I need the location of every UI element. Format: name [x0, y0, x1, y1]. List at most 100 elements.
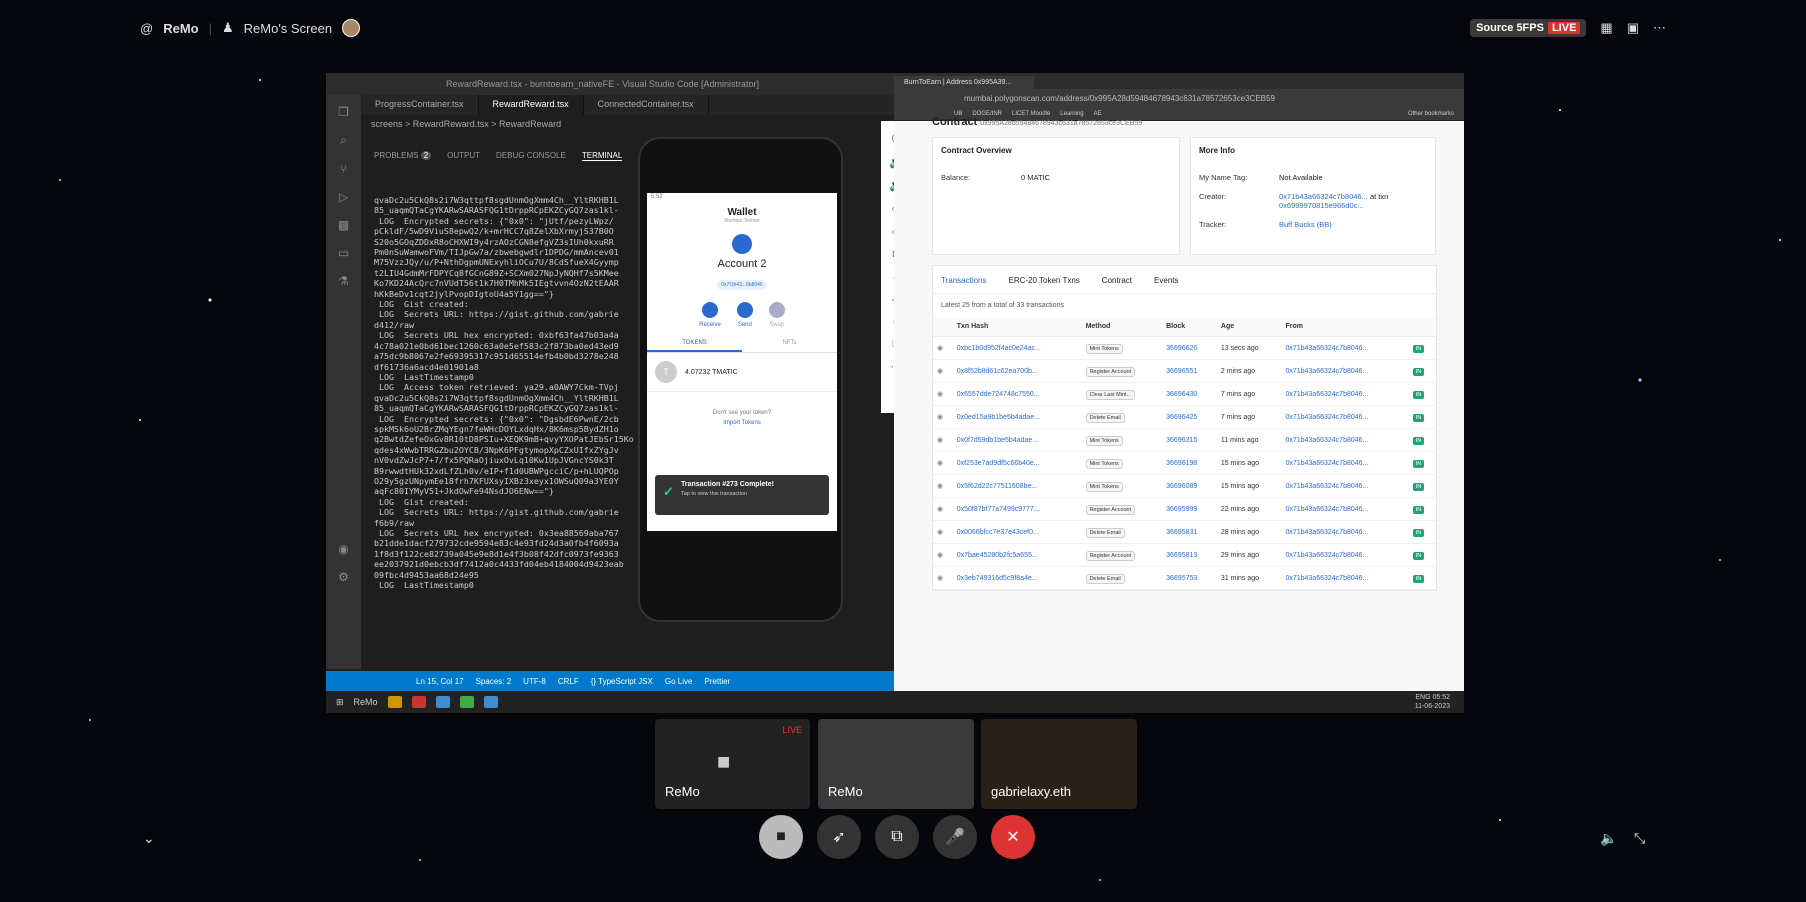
tab-problems[interactable]: PROBLEMS 2	[374, 151, 432, 161]
txn-hash[interactable]: 0x0066bfcc7e37e43cef0...	[952, 520, 1082, 544]
status-eol[interactable]: CRLF	[558, 677, 579, 686]
debug-icon[interactable]: ▷	[339, 190, 348, 204]
status-encoding[interactable]: UTF-8	[523, 677, 546, 686]
table-row[interactable]: ◉ 0x6557dde724748c7550... Clear Last Mint.…	[933, 382, 1436, 406]
eye-icon[interactable]: ◉	[933, 451, 953, 475]
receive-button[interactable]: Receive	[699, 302, 721, 328]
source-control-icon[interactable]: ⑂	[340, 162, 347, 176]
tab-progress-container[interactable]: ProgressContainer.tsx	[361, 95, 479, 115]
account-icon[interactable]: ◉	[338, 542, 348, 556]
from-link[interactable]: 0x71b43a66324c7b8046...	[1281, 543, 1409, 567]
from-link[interactable]: 0x71b43a66324c7b8046...	[1281, 336, 1409, 360]
tab-nfts[interactable]: NFTs	[742, 336, 837, 352]
eye-icon[interactable]: ◉	[933, 566, 953, 590]
eye-icon[interactable]: ◉	[933, 382, 953, 406]
table-row[interactable]: ◉ 0x50f87bf77a7499c9777... Register Accoun…	[933, 497, 1436, 521]
eye-icon[interactable]: ◉	[933, 428, 953, 452]
screen-share-button[interactable]: ⧉	[875, 815, 919, 859]
tab-erc20[interactable]: ERC-20 Token Txns	[1009, 276, 1080, 285]
xbox-icon[interactable]	[459, 696, 474, 708]
from-link[interactable]: 0x71b43a66324c7b8046...	[1281, 474, 1409, 498]
test-icon[interactable]: ⚗	[338, 274, 349, 288]
table-row[interactable]: ◉ 0x0f7d59db1be5b4adae... Mint Tokens 36696…	[933, 428, 1436, 452]
eye-icon[interactable]: ◉	[933, 497, 953, 521]
block-link[interactable]: 36695753	[1162, 566, 1217, 590]
send-button[interactable]: Send	[736, 302, 753, 328]
participant-tile-screen[interactable]: LIVE ■ ReMo	[655, 719, 810, 809]
token-row[interactable]: T 4.07232 TMATIC	[647, 353, 837, 392]
from-link[interactable]: 0x71b43a66324c7b8046...	[1281, 520, 1409, 544]
txn-hash[interactable]: 0x0ed15a9b1be5b4adae...	[952, 405, 1082, 429]
rocket-button[interactable]: ➶	[817, 815, 861, 859]
from-link[interactable]: 0x71b43a66324c7b8046...	[1281, 428, 1409, 452]
status-language[interactable]: {} TypeScript JSX	[591, 677, 653, 686]
block-link[interactable]: 36696551	[1162, 359, 1217, 383]
tracker-link[interactable]: Buff Bucks (BB)	[1279, 220, 1332, 229]
from-link[interactable]: 0x71b43a66324c7b8046...	[1281, 566, 1409, 590]
block-link[interactable]: 36695813	[1162, 543, 1217, 567]
from-link[interactable]: 0x71b43a66324c7b8046...	[1281, 359, 1409, 383]
block-link[interactable]: 36696425	[1162, 405, 1217, 429]
network-label[interactable]: Mumbai Testnet	[647, 218, 837, 224]
tab-events[interactable]: Events	[1154, 276, 1178, 285]
transaction-toast[interactable]: ✓ Transaction #273 Complete! Tap to view…	[655, 475, 829, 515]
table-row[interactable]: ◉ 0x3eb749316d5c9f8a4e... Delete Email 3669…	[933, 566, 1436, 590]
txn-hash[interactable]: 0x6557dde724748c7550...	[952, 382, 1082, 406]
gear-icon[interactable]: ⚙	[338, 570, 349, 584]
table-row[interactable]: ◉ 0x7bae45280b2fc5a655... Register Account…	[933, 543, 1436, 567]
txn-hash[interactable]: 0x5f62d22c77511608be...	[952, 474, 1082, 498]
tab-transactions[interactable]: Transactions	[941, 276, 987, 285]
eye-icon[interactable]: ◉	[933, 543, 953, 567]
from-link[interactable]: 0x71b43a66324c7b8046...	[1281, 382, 1409, 406]
tab-reward-reward[interactable]: RewardReward.tsx	[478, 95, 584, 115]
table-row[interactable]: ◉ 0x0ed15a9b1be5b4adae... Delete Email 3669…	[933, 405, 1436, 429]
txn-hash[interactable]: 0x3eb749316d5c9f8a4e...	[952, 566, 1082, 590]
block-link[interactable]: 36696626	[1162, 336, 1217, 360]
block-link[interactable]: 36695999	[1162, 497, 1217, 521]
block-link[interactable]: 36696198	[1162, 451, 1217, 475]
block-link[interactable]: 36696430	[1162, 382, 1217, 406]
account-address[interactable]: 0x7f1b43...6b8046	[717, 280, 767, 290]
chrome-icon[interactable]	[411, 696, 426, 708]
camera-button[interactable]: ■	[759, 815, 803, 859]
status-prettier[interactable]: Prettier	[704, 677, 730, 686]
swap-button[interactable]: Swap	[768, 302, 785, 328]
table-row[interactable]: ◉ 0x0066bfcc7e37e43cef0... Delete Email 366…	[933, 520, 1436, 544]
eye-icon[interactable]: ◉	[933, 520, 953, 544]
table-row[interactable]: ◉ 0x8f52b8d61c62ea700b... Register Account…	[933, 359, 1436, 383]
table-row[interactable]: ◉ 0xbc1b0d952f4ac0e24ac... Mint Tokens 3669…	[933, 336, 1436, 360]
grid-icon[interactable]: ▦	[1600, 20, 1612, 36]
txn-hash[interactable]: 0x7bae45280b2fc5a655...	[952, 543, 1082, 567]
from-link[interactable]: 0x71b43a66324c7b8046...	[1281, 451, 1409, 475]
edge-icon[interactable]	[483, 696, 498, 708]
tab-terminal[interactable]: TERMINAL	[581, 151, 623, 161]
account-name[interactable]: Account 2	[647, 258, 837, 270]
tab-debug-console[interactable]: DEBUG CONSOLE	[496, 151, 566, 161]
eye-icon[interactable]: ◉	[933, 359, 953, 383]
status-go-live[interactable]: Go Live	[665, 677, 693, 686]
mic-button[interactable]: 🎤	[933, 815, 977, 859]
start-icon[interactable]: ⊞	[336, 697, 344, 708]
txn-hash[interactable]: 0xf253e7ad9df5c66b40e...	[952, 451, 1082, 475]
window-icon[interactable]: ▣	[1627, 20, 1639, 36]
speaker-icon[interactable]: 🔈	[1600, 830, 1617, 847]
tab-connected-container[interactable]: ConnectedContainer.tsx	[584, 95, 709, 115]
explorer-icon[interactable]: ❐	[338, 105, 349, 119]
import-tokens-link[interactable]: Import Tokens	[647, 420, 837, 426]
vscode-icon[interactable]	[435, 696, 450, 708]
participant-tile-remo[interactable]: ReMo	[818, 719, 974, 809]
fullscreen-icon[interactable]: ⤡	[1634, 830, 1645, 847]
tab-output[interactable]: OUTPUT	[447, 151, 480, 161]
block-link[interactable]: 36696315	[1162, 428, 1217, 452]
taskbar-remo[interactable]: ReMo	[354, 697, 378, 707]
block-link[interactable]: 36695831	[1162, 520, 1217, 544]
table-row[interactable]: ◉ 0xf253e7ad9df5c66b40e... Mint Tokens 3669…	[933, 451, 1436, 475]
eye-icon[interactable]: ◉	[933, 336, 953, 360]
participant-tile-gabriel[interactable]: gabrielaxy.eth	[981, 719, 1137, 809]
creator-tx-link[interactable]: 0x6999970815e966d0c...	[1279, 201, 1364, 210]
block-link[interactable]: 36696089	[1162, 474, 1217, 498]
tab-tokens[interactable]: TOKENS	[647, 336, 742, 352]
eye-icon[interactable]: ◉	[933, 405, 953, 429]
tab-contract[interactable]: Contract	[1102, 276, 1132, 285]
table-row[interactable]: ◉ 0x5f62d22c77511608be... Mint Tokens 36696…	[933, 474, 1436, 498]
